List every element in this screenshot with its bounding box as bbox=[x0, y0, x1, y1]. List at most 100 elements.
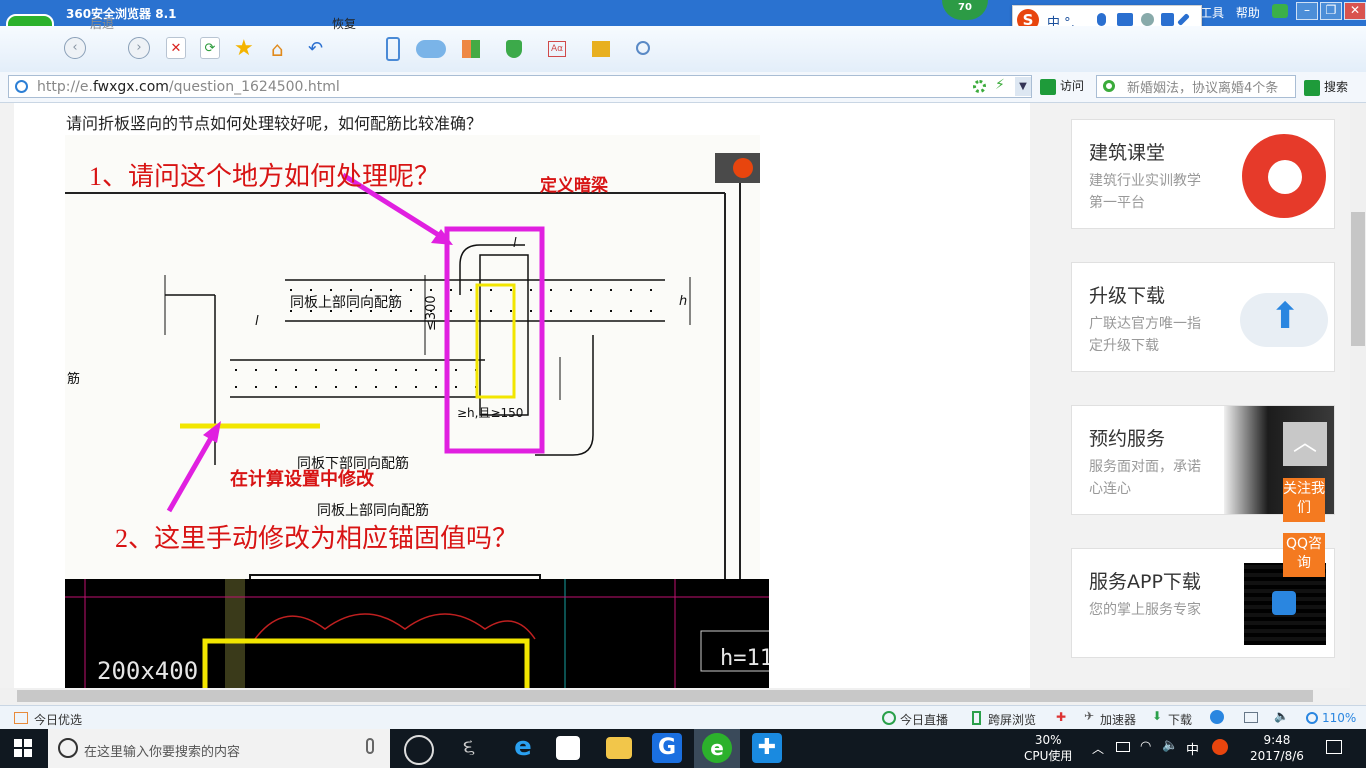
glodon-app-icon[interactable]: G bbox=[652, 733, 682, 763]
cad-side-char: 筋 bbox=[67, 371, 80, 387]
search-button[interactable]: 搜索 bbox=[1304, 78, 1348, 96]
url-input[interactable]: http://e.fwxgx.com/question_1624500.html… bbox=[8, 75, 1032, 98]
battery-icon[interactable] bbox=[1116, 742, 1130, 752]
cross-screen-icon bbox=[972, 711, 981, 725]
back-button-label[interactable]: 后退 bbox=[90, 15, 114, 32]
shield-icon[interactable] bbox=[506, 40, 522, 58]
refresh-icon[interactable]: ⟳ bbox=[200, 37, 220, 59]
status-live[interactable]: 今日直播 bbox=[900, 711, 948, 728]
status-accelerator[interactable]: 加速器 bbox=[1100, 711, 1136, 728]
store-icon[interactable] bbox=[556, 736, 580, 760]
back-icon[interactable]: ‹ bbox=[64, 37, 86, 59]
tray-chevron-icon[interactable]: ︿ bbox=[1092, 740, 1104, 757]
zoom-magnifier-icon[interactable] bbox=[1306, 712, 1318, 724]
back-to-top-button[interactable]: ︿ bbox=[1283, 422, 1327, 466]
search-input[interactable] bbox=[1125, 78, 1295, 95]
url-dropdown-chevron-icon[interactable]: ▼ bbox=[1015, 77, 1031, 96]
translate-icon[interactable]: Aα bbox=[548, 41, 566, 57]
phone-icon[interactable] bbox=[386, 37, 400, 61]
user-icon[interactable] bbox=[1141, 13, 1154, 26]
cad-label-top-rebar-2: 同板上部同向配筋 bbox=[317, 502, 429, 519]
cad-note-settings: 在计算设置中修改 bbox=[230, 468, 375, 489]
wifi-icon[interactable]: ◠ bbox=[1140, 739, 1151, 754]
volume-icon[interactable]: 🔈 bbox=[1274, 709, 1289, 723]
cad-dim-h1: ≥h,且≥150 bbox=[457, 406, 523, 420]
turbo-lightning-icon[interactable]: ⚡ bbox=[995, 77, 1005, 93]
qq-consult-button[interactable]: QQ咨询 bbox=[1283, 533, 1325, 577]
cad-size-label: 200x400 bbox=[97, 657, 198, 685]
medical-cross-icon[interactable]: ✚ bbox=[1056, 710, 1066, 724]
vertical-scroll-thumb[interactable] bbox=[1351, 212, 1365, 346]
favorite-star-icon[interactable]: ★ bbox=[234, 37, 254, 61]
cad-screenshot-image: 200x400 h=11 bbox=[65, 579, 769, 688]
go-arrow-icon bbox=[1040, 78, 1056, 95]
home-icon[interactable]: ⌂ bbox=[271, 37, 284, 61]
cad-label-top-rebar: 同板上部同向配筋 bbox=[290, 294, 402, 311]
cad-detail-image: 1、请问这个地方如何处理呢？ 定义暗梁 同板上部同向配筋 同板下部同向配筋 同板… bbox=[65, 135, 760, 583]
speaker-icon[interactable]: 🔈 bbox=[1162, 738, 1178, 753]
cloud-icon[interactable] bbox=[416, 40, 446, 58]
accelerator-icon: ✈ bbox=[1084, 709, 1095, 723]
cortana-circle-icon[interactable] bbox=[58, 738, 78, 758]
forward-icon[interactable]: › bbox=[128, 37, 150, 59]
horizontal-scroll-thumb[interactable] bbox=[17, 690, 1313, 702]
card-building-course[interactable]: 建筑课堂 建筑行业实训教学第一平台 bbox=[1071, 119, 1335, 229]
sogou-tray-icon[interactable] bbox=[1212, 739, 1228, 755]
app-plus-icon[interactable]: ✚ bbox=[752, 733, 782, 763]
apps-icon[interactable] bbox=[462, 40, 480, 58]
close-button[interactable]: ✕ bbox=[1344, 2, 1366, 20]
browser-360-taskbar-icon[interactable]: e bbox=[702, 733, 732, 763]
restore-button-label[interactable]: 恢复 bbox=[332, 15, 356, 32]
task-view-icon[interactable] bbox=[404, 735, 434, 765]
card-title: 升级下载 bbox=[1089, 285, 1166, 307]
stop-icon[interactable]: ✕ bbox=[166, 37, 186, 59]
restore-button[interactable]: ❐ bbox=[1320, 2, 1342, 20]
menu-help[interactable]: 帮助 bbox=[1236, 6, 1260, 20]
edge-browser-icon[interactable]: e bbox=[508, 733, 538, 763]
card-desc: 您的掌上服务专家 bbox=[1089, 602, 1201, 618]
card-upgrade-download[interactable]: 升级下载 广联达官方唯一指定升级下载 ⬆ bbox=[1071, 262, 1335, 372]
question-title: 请问折板竖向的节点如何处理较好呢，如何配筋比较准确？ bbox=[66, 114, 483, 133]
page-viewport: 请问折板竖向的节点如何处理较好呢，如何配筋比较准确？ 1、请问这个地方如何处理呢… bbox=[0, 103, 1350, 688]
minimize-button[interactable]: – bbox=[1296, 2, 1318, 20]
app-spiral-icon[interactable]: ૬ bbox=[454, 733, 484, 763]
follow-us-button[interactable]: 关注我们 bbox=[1283, 478, 1325, 522]
search-engine-icon[interactable] bbox=[1103, 80, 1115, 92]
card-desc: 广联达官方唯一指定升级下载 bbox=[1089, 316, 1201, 354]
screenshot-icon[interactable] bbox=[592, 41, 610, 57]
card-desc: 服务面对面，承诺心连心 bbox=[1089, 459, 1201, 497]
taskbar-mic-icon[interactable] bbox=[366, 738, 374, 754]
ie-icon[interactable] bbox=[1210, 710, 1224, 724]
cad-model-svg: 200x400 h=11 bbox=[65, 579, 769, 688]
vertical-scrollbar[interactable] bbox=[1350, 103, 1366, 688]
windows-start-icon[interactable] bbox=[14, 739, 32, 757]
today-picks-link[interactable]: 今日优选 bbox=[34, 711, 82, 728]
window-icon[interactable] bbox=[1244, 712, 1258, 723]
cad-drawing-svg: 1、请问这个地方如何处理呢？ 定义暗梁 同板上部同向配筋 同板下部同向配筋 同板… bbox=[65, 153, 760, 583]
go-button[interactable]: 访问 bbox=[1040, 77, 1084, 95]
shirt-icon[interactable] bbox=[1161, 13, 1174, 26]
menu-bar: 工具 帮助 bbox=[1200, 4, 1268, 21]
search-box[interactable] bbox=[1096, 75, 1296, 98]
loading-icon bbox=[973, 80, 986, 93]
menu-tools[interactable]: 工具 bbox=[1200, 6, 1224, 20]
notification-center-icon[interactable] bbox=[1326, 740, 1342, 754]
zoom-level[interactable]: 110% bbox=[1322, 711, 1356, 725]
skin-shirt-icon[interactable] bbox=[1272, 4, 1288, 18]
status-bar: 今日优选 今日直播 跨屏浏览 ✚ ✈ 加速器 ⬇ 下载 🔈 110% bbox=[0, 705, 1366, 730]
file-explorer-icon[interactable] bbox=[606, 737, 632, 759]
cad-dim-h: h bbox=[679, 294, 687, 309]
status-download[interactable]: 下载 bbox=[1168, 711, 1192, 728]
zoom-icon[interactable] bbox=[636, 41, 650, 55]
cad-dim-300: ≤300 bbox=[424, 295, 439, 331]
mic-icon[interactable] bbox=[1097, 13, 1106, 26]
restore-icon[interactable]: ↶ bbox=[308, 37, 323, 61]
wrench-icon[interactable] bbox=[1177, 13, 1190, 26]
cad-dim-la: l bbox=[513, 236, 517, 251]
taskbar-clock[interactable]: 9:48 2017/8/6 bbox=[1250, 732, 1304, 764]
status-cross-screen[interactable]: 跨屏浏览 bbox=[988, 711, 1036, 728]
keyboard-icon[interactable] bbox=[1117, 13, 1133, 26]
tray-ime-label[interactable]: 中 bbox=[1186, 739, 1199, 758]
taskbar-search-placeholder[interactable]: 在这里输入你要搜索的内容 bbox=[84, 741, 240, 760]
url-text[interactable]: http://e.fwxgx.com/question_1624500.html bbox=[37, 79, 340, 95]
